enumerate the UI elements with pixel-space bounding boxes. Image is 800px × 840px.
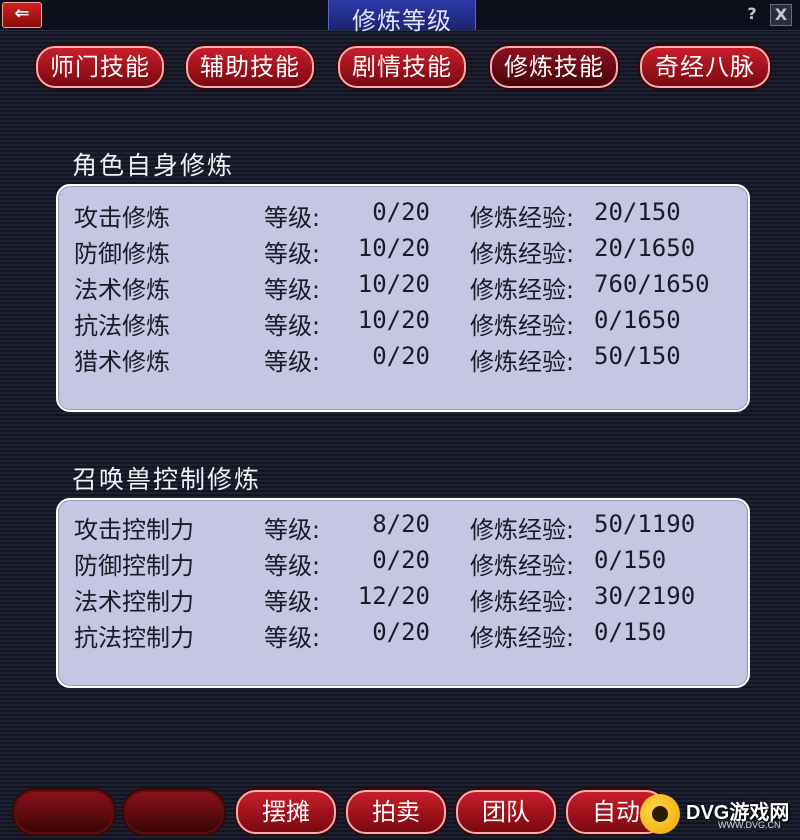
control-row: 攻击控制力 等级: 8/20 修炼经验: 50/1190	[74, 510, 734, 546]
training-row: 防御修炼 等级: 10/20 修炼经验: 20/1650	[74, 234, 734, 270]
character-training-panel: 攻击修炼 等级: 0/20 修炼经验: 20/150 防御修炼 等级: 10/2…	[56, 184, 750, 412]
level-label: 等级:	[264, 240, 321, 268]
exp-value: 0/1650	[594, 306, 681, 334]
exp-value: 50/150	[594, 342, 681, 370]
level-label: 等级:	[264, 204, 321, 232]
exp-value: 0/150	[594, 618, 667, 646]
level-value: 10/20	[357, 234, 430, 262]
training-row: 法术修炼 等级: 10/20 修炼经验: 760/1650	[74, 270, 734, 306]
tab-assist-skills[interactable]: 辅助技能	[186, 46, 314, 88]
exp-label: 修炼经验:	[470, 552, 575, 580]
level-value: 0/20	[372, 342, 430, 370]
exp-label: 修炼经验:	[470, 624, 575, 652]
exp-value: 50/1190	[594, 510, 696, 538]
exp-value: 760/1650	[594, 270, 710, 298]
toolbar-button-blank[interactable]	[14, 790, 114, 834]
exp-label: 修炼经验:	[470, 204, 575, 232]
exp-label: 修炼经验:	[470, 516, 575, 544]
training-row: 攻击修炼 等级: 0/20 修炼经验: 20/150	[74, 198, 734, 234]
training-name: 攻击修炼	[74, 204, 170, 232]
level-value: 0/20	[372, 546, 430, 574]
pet-control-panel: 攻击控制力 等级: 8/20 修炼经验: 50/1190 防御控制力 等级: 0…	[56, 498, 750, 688]
level-value: 0/20	[372, 198, 430, 226]
skill-tabs: 师门技能 辅助技能 剧情技能 修炼技能 奇经八脉	[36, 46, 776, 88]
title-bar: ⇐ 修炼等级 ? X	[0, 0, 800, 35]
level-label: 等级:	[264, 516, 321, 544]
level-value: 10/20	[357, 270, 430, 298]
exp-label: 修炼经验:	[470, 588, 575, 616]
training-name: 抗法修炼	[74, 312, 170, 340]
level-label: 等级:	[264, 588, 321, 616]
exp-value: 20/1650	[594, 234, 696, 262]
control-row: 法术控制力 等级: 12/20 修炼经验: 30/2190	[74, 582, 734, 618]
help-button[interactable]: ?	[742, 4, 762, 24]
exp-value: 20/150	[594, 198, 681, 226]
training-row: 抗法修炼 等级: 10/20 修炼经验: 0/1650	[74, 306, 734, 342]
back-icon[interactable]: ⇐	[2, 2, 42, 28]
tab-story-skills[interactable]: 剧情技能	[338, 46, 466, 88]
exp-label: 修炼经验:	[470, 276, 575, 304]
exp-label: 修炼经验:	[470, 240, 575, 268]
control-name: 攻击控制力	[74, 516, 194, 544]
training-name: 法术修炼	[74, 276, 170, 304]
level-label: 等级:	[264, 624, 321, 652]
auction-button[interactable]: 拍卖	[346, 790, 446, 834]
level-label: 等级:	[264, 348, 321, 376]
exp-value: 0/150	[594, 546, 667, 574]
window-title: 修炼等级	[352, 7, 452, 35]
tab-training-skills[interactable]: 修炼技能	[490, 46, 618, 88]
exp-value: 30/2190	[594, 582, 696, 610]
level-value: 10/20	[357, 306, 430, 334]
level-label: 等级:	[264, 312, 321, 340]
exp-label: 修炼经验:	[470, 312, 575, 340]
training-name: 猎术修炼	[74, 348, 170, 376]
control-row: 防御控制力 等级: 0/20 修炼经验: 0/150	[74, 546, 734, 582]
close-button[interactable]: X	[770, 4, 792, 26]
watermark-url: WWW.DVG.CN	[718, 820, 781, 830]
control-name: 抗法控制力	[74, 624, 194, 652]
control-name: 防御控制力	[74, 552, 194, 580]
level-label: 等级:	[264, 276, 321, 304]
control-row: 抗法控制力 等级: 0/20 修炼经验: 0/150	[74, 618, 734, 654]
tab-master-skills[interactable]: 师门技能	[36, 46, 164, 88]
stall-button[interactable]: 摆摊	[236, 790, 336, 834]
toolbar-button-blank[interactable]	[124, 790, 224, 834]
team-button[interactable]: 团队	[456, 790, 556, 834]
title-banner: 修炼等级	[328, 0, 476, 35]
control-name: 法术控制力	[74, 588, 194, 616]
training-name: 防御修炼	[74, 240, 170, 268]
watermark: DVG游戏网 WWW.DVG.CN	[640, 794, 798, 836]
level-value: 8/20	[372, 510, 430, 538]
training-row: 猎术修炼 等级: 0/20 修炼经验: 50/150	[74, 342, 734, 378]
level-label: 等级:	[264, 552, 321, 580]
tab-meridians[interactable]: 奇经八脉	[640, 46, 770, 88]
pet-control-title: 召唤兽控制修炼	[72, 465, 262, 494]
character-training-title: 角色自身修炼	[72, 151, 235, 180]
exp-label: 修炼经验:	[470, 348, 575, 376]
level-value: 12/20	[357, 582, 430, 610]
level-value: 0/20	[372, 618, 430, 646]
watermark-logo-icon	[640, 794, 680, 834]
